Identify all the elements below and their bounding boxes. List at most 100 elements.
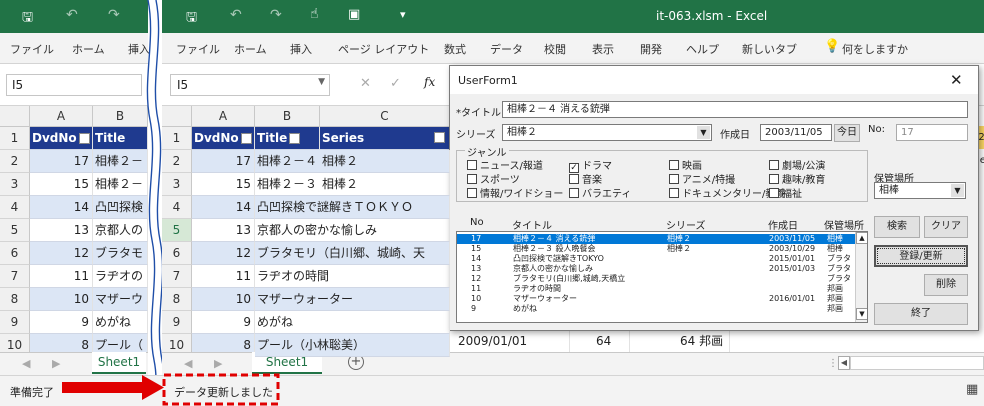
row-header[interactable]: 5 (0, 219, 30, 242)
cell-series[interactable] (320, 265, 450, 288)
scroll-up-icon[interactable]: ▲ (856, 232, 867, 244)
header-dvdno[interactable]: DvdNo (192, 127, 255, 150)
undo-icon[interactable]: ↶ (230, 7, 242, 23)
list-item[interactable]: 10 マザーウォーター 2016/01/01 邦画 (457, 294, 855, 304)
cell-dvdno[interactable]: 17 (30, 150, 93, 173)
genre-checkbox[interactable]: 映画 (669, 157, 702, 172)
genre-checkbox[interactable]: 音楽 (569, 171, 602, 186)
cell-dvdno[interactable]: 10 (30, 288, 93, 311)
tell-me-search[interactable]: 何をしますか (842, 41, 908, 57)
cell-dvdno[interactable]: 13 (192, 219, 255, 242)
cell-title[interactable]: 相棒２－ (93, 150, 148, 173)
tab-home[interactable]: ホーム (72, 41, 105, 57)
cell-series[interactable]: 相棒２ (320, 173, 450, 196)
exit-button[interactable]: 終了 (874, 303, 968, 325)
genre-checkbox[interactable]: ドキュメンタリー/教養 (669, 185, 785, 200)
genre-checkbox[interactable]: 福祉 (769, 185, 802, 200)
tab-developer[interactable]: 開発 (640, 41, 662, 57)
normal-view-icon[interactable]: ▦ (966, 382, 978, 397)
list-item[interactable]: 17 相棒２－４ 消える銃弾 相棒２ 2003/11/05 相棒 (457, 234, 855, 244)
row-header[interactable]: 8 (162, 288, 192, 311)
checkbox-box[interactable] (467, 188, 477, 198)
touch-mode-icon[interactable]: ☝ (310, 6, 319, 22)
chevron-down-icon[interactable]: ▼ (951, 184, 964, 197)
cell-title[interactable]: ラヂオの (93, 265, 148, 288)
scroll-down-icon[interactable]: ▼ (856, 308, 867, 320)
cell-series[interactable] (320, 196, 450, 219)
row-header[interactable]: 9 (0, 311, 30, 334)
cell-dvdno[interactable]: 17 (192, 150, 255, 173)
cell-title[interactable]: めがね (93, 311, 148, 334)
clear-button[interactable]: クリア (924, 216, 968, 238)
cell-dvdno[interactable]: 12 (30, 242, 93, 265)
cell-title[interactable]: ブラタモ (93, 242, 148, 265)
tab-insert[interactable]: 挿入 (290, 41, 312, 57)
genre-checkbox[interactable]: 趣味/教育 (769, 171, 825, 186)
created-date-input[interactable]: 2003/11/05 (760, 124, 832, 141)
tab-view[interactable]: 表示 (592, 41, 614, 57)
cell-series[interactable] (320, 242, 450, 265)
row-header[interactable]: 2 (0, 150, 30, 173)
list-item[interactable]: 11 ラヂオの時間 邦画 (457, 284, 855, 294)
row-header[interactable]: 9 (162, 311, 192, 334)
undo-icon[interactable]: ↶ (66, 7, 78, 23)
no-input[interactable]: 17 (896, 124, 968, 141)
cell-dvdno[interactable]: 14 (192, 196, 255, 219)
checkbox-box[interactable] (669, 188, 679, 198)
tab-home[interactable]: ホーム (234, 41, 267, 57)
cell-storage[interactable]: 64 邦画 (630, 330, 730, 353)
cell-dvdno[interactable]: 9 (30, 311, 93, 334)
cell-dvdno[interactable]: 15 (30, 173, 93, 196)
cancel-icon[interactable]: ✕ (360, 76, 371, 91)
save-icon[interactable]: 🖫 (186, 8, 197, 30)
checkbox-box[interactable] (769, 188, 779, 198)
cell-dvdno[interactable]: 10 (192, 288, 255, 311)
list-item[interactable]: 13 京都人の密かな愉しみ 2015/01/03 ブラタ (457, 264, 855, 274)
tab-file[interactable]: ファイル (176, 41, 220, 57)
today-button[interactable]: 今日 (834, 124, 860, 142)
register-update-button[interactable]: 登録/更新 (874, 245, 968, 267)
checkbox-box[interactable] (769, 160, 779, 170)
tab-file[interactable]: ファイル (10, 41, 54, 57)
records-listbox[interactable]: 17 相棒２－４ 消える銃弾 相棒２ 2003/11/05 相棒 15 相棒２－３ 殺人晩餐… (456, 231, 868, 323)
filter-icon[interactable] (289, 133, 301, 144)
tab-scroll-left-icon[interactable]: ◀ (184, 357, 192, 370)
cell-series[interactable] (320, 334, 450, 357)
close-icon[interactable]: ✕ (950, 71, 963, 89)
cell-series[interactable] (320, 311, 450, 334)
list-item[interactable]: 9 めがね 邦画 (457, 304, 855, 314)
checkbox-box[interactable] (467, 174, 477, 184)
cell-title[interactable]: マザーウ (93, 288, 148, 311)
cell-title[interactable]: 京都人の (93, 219, 148, 242)
cell-dvdno[interactable]: 11 (30, 265, 93, 288)
header-title[interactable]: Title (255, 127, 320, 150)
storage-combobox[interactable]: 相棒 ▼ (874, 182, 966, 199)
cell-title[interactable]: 相棒２－ (93, 173, 148, 196)
tab-review[interactable]: 校閲 (544, 41, 566, 57)
fx-icon[interactable]: fx (424, 75, 435, 89)
row-header[interactable]: 1 (162, 127, 192, 150)
tab-help[interactable]: ヘルプ (686, 41, 719, 57)
header-series[interactable]: Series (320, 127, 450, 150)
select-all-corner[interactable] (0, 106, 30, 127)
cell-length[interactable]: 64 (570, 330, 630, 353)
search-button[interactable]: 検索 (874, 216, 920, 238)
name-box[interactable]: I5 (6, 74, 142, 96)
save-icon[interactable]: 🖫 (22, 8, 33, 30)
col-header-b[interactable]: B (255, 106, 320, 127)
tab-formulas[interactable]: 数式 (444, 41, 466, 57)
redo-icon[interactable]: ↷ (270, 7, 282, 23)
cell-series[interactable]: 相棒２ (320, 150, 450, 173)
header-title[interactable]: Title (93, 127, 148, 150)
row-header[interactable]: 5 (162, 219, 192, 242)
cell-date[interactable]: 2009/01/01 (450, 330, 570, 353)
left-sheet-tab[interactable]: Sheet1 (92, 352, 146, 374)
row-header[interactable]: 7 (0, 265, 30, 288)
checkbox-box[interactable] (669, 174, 679, 184)
genre-checkbox[interactable]: スポーツ (467, 171, 520, 186)
cell-series[interactable] (320, 219, 450, 242)
row-header[interactable]: 3 (0, 173, 30, 196)
genre-checkbox[interactable]: バラエティ (569, 185, 631, 200)
customize-qat-icon[interactable]: ▾ (400, 8, 406, 21)
checkbox-box[interactable] (669, 160, 679, 170)
